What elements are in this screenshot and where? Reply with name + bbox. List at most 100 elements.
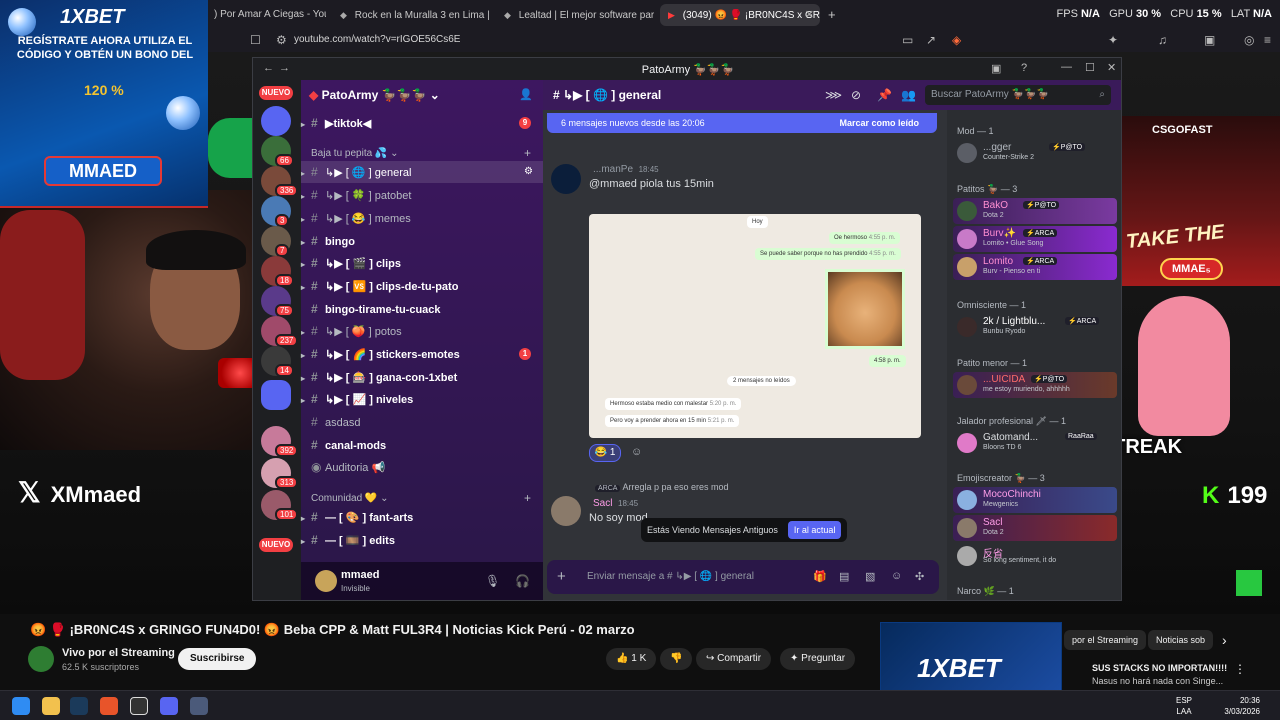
close-window-icon[interactable]: ✕ bbox=[1107, 61, 1116, 74]
filter-chip[interactable]: por el Streaming bbox=[1064, 630, 1147, 650]
language-indicator[interactable]: ESP LAA bbox=[1176, 695, 1192, 717]
site-settings-icon[interactable]: ⚙ bbox=[276, 33, 287, 47]
pin-icon[interactable]: 📌 bbox=[877, 88, 892, 102]
user-avatar[interactable] bbox=[315, 570, 337, 592]
obs-icon[interactable] bbox=[130, 697, 148, 715]
vpn-icon[interactable]: ◎ bbox=[1244, 33, 1254, 47]
inbox-icon[interactable]: ▣ bbox=[991, 62, 1001, 75]
channel-asdasd[interactable]: # asdasd bbox=[301, 411, 543, 433]
reply-preview[interactable]: ARCA Arregla p pa eso eres mod bbox=[595, 482, 729, 492]
jump-to-present-button[interactable]: Ir al actual bbox=[787, 521, 842, 539]
help-icon[interactable]: ? bbox=[1021, 62, 1027, 74]
message-input[interactable]: Enviar mensaje a # ↳▶ [ 🌐 ] general bbox=[587, 571, 754, 582]
members-icon[interactable]: 👥 bbox=[901, 88, 916, 102]
csgofast-ad[interactable]: CSGOFAST TAKE THE MMAE₅ bbox=[1112, 116, 1280, 286]
channel-general[interactable]: ▸ # ↳▶ [ 🌐 ] general ⚙ bbox=[301, 161, 543, 183]
new-tab-button[interactable]: + bbox=[824, 4, 844, 26]
voice-channel-auditoria[interactable]: ◉ Auditoria 📢 bbox=[301, 456, 543, 478]
image-attachment[interactable]: Hoy Oe hermoso 4:55 p. m. Se puede saber… bbox=[589, 214, 921, 438]
mark-as-read-button[interactable]: Marcar como leído bbox=[839, 113, 919, 133]
search-input[interactable]: Buscar PatoArmy 🦆🦆🦆 ⌕ bbox=[925, 85, 1111, 105]
gift-icon[interactable]: 🎁 bbox=[813, 570, 827, 583]
share-icon[interactable]: ↗ bbox=[926, 33, 936, 47]
category-comunidad[interactable]: Comunidad 💛 ⌄ bbox=[311, 493, 389, 504]
member-item[interactable]: ...gger ⚡P@TO Counter-Strike 2 bbox=[953, 140, 1117, 166]
channel-tiktok[interactable]: ▸ # ▶tiktok◀ 9 bbox=[301, 112, 543, 134]
invite-icon[interactable]: 👤 bbox=[519, 88, 533, 101]
channel-fant-arts[interactable]: ▸ # — [ 🎨 ] fant-arts bbox=[301, 506, 543, 528]
mute-icon[interactable]: ⊘ bbox=[851, 88, 861, 102]
apps-icon[interactable]: ✣ bbox=[915, 570, 924, 583]
browser-tab[interactable]: ◆ Lealtad | El mejor software para pote bbox=[496, 4, 654, 26]
add-channel-icon[interactable]: + bbox=[524, 146, 531, 160]
message-composer[interactable]: + Enviar mensaje a # ↳▶ [ 🌐 ] general 🎁 … bbox=[547, 560, 939, 594]
channel-memes[interactable]: ▸ # ↳▶ [ 😂 ] memes bbox=[301, 207, 543, 229]
channel-bingo[interactable]: ▸ # bingo bbox=[301, 230, 543, 252]
channel-patobet[interactable]: ▸ # ↳▶ [ 🍀 ] patobet bbox=[301, 184, 543, 206]
microphone-icon[interactable]: 🎙 bbox=[485, 574, 500, 588]
server-icon[interactable] bbox=[261, 106, 291, 136]
music-icon[interactable]: ♫ bbox=[1158, 33, 1167, 47]
reaction-chip[interactable]: 😂 1 bbox=[589, 444, 621, 462]
folder-icon[interactable] bbox=[261, 380, 291, 410]
add-channel-icon[interactable]: + bbox=[524, 491, 531, 505]
threads-icon[interactable]: ⋙ bbox=[825, 88, 842, 102]
gif-icon[interactable]: ▤ bbox=[839, 570, 849, 583]
member-item[interactable]: MocoChinchi Mewgenics bbox=[953, 487, 1117, 513]
member-item[interactable]: BakO ⚡P@TO Dota 2 bbox=[953, 198, 1117, 224]
filter-chip[interactable]: Noticias sob bbox=[1148, 630, 1214, 650]
headphones-icon[interactable]: 🎧 bbox=[515, 574, 530, 588]
cast-icon[interactable]: ▭ bbox=[902, 33, 913, 47]
more-options-icon[interactable]: ⋮ bbox=[1234, 662, 1246, 676]
member-item[interactable]: 2k / Lightblu... ⚡ARCA Bunbu Ryodo bbox=[953, 314, 1117, 340]
member-item[interactable]: Burv✨ ⚡ARCA Lomito • Glue Song bbox=[953, 226, 1117, 252]
minimize-icon[interactable]: — bbox=[1061, 61, 1072, 73]
emoji-icon[interactable]: ☺ bbox=[891, 570, 902, 582]
new-messages-bar[interactable]: 6 mensajes nuevos desde las 20:06 Marcar … bbox=[547, 113, 937, 133]
bookmark-icon[interactable]: ☐ bbox=[250, 33, 261, 47]
dislike-button[interactable]: 👎 bbox=[660, 648, 693, 670]
url-text[interactable]: youtube.com/watch?v=rIGOE56Cs6E bbox=[294, 34, 460, 45]
recommended-video-title[interactable]: SUS STACKS NO IMPORTAN!!!! bbox=[1092, 663, 1227, 673]
clock[interactable]: 20:36 3/03/2026 bbox=[1224, 695, 1260, 717]
channel-name[interactable]: Vivo por el Streaming bbox=[62, 647, 175, 659]
maximize-icon[interactable]: ☐ bbox=[1085, 61, 1095, 74]
subscribe-button[interactable]: Suscribirse bbox=[178, 648, 257, 670]
add-reaction-icon[interactable]: ☺ bbox=[631, 446, 642, 458]
channel-edits[interactable]: ▸ # — [ 🎞️ ] edits bbox=[301, 529, 543, 551]
message-author[interactable]: Sacl 18:45 bbox=[593, 498, 638, 509]
start-icon[interactable] bbox=[12, 697, 30, 715]
close-tab-icon[interactable]: ✕ bbox=[805, 4, 814, 26]
settings-gear-icon[interactable]: ⚙ bbox=[524, 161, 533, 183]
channel-stickers-emotes[interactable]: ▸ # ↳▶ [ 🌈 ] stickers-emotes 1 bbox=[301, 343, 543, 365]
menu-icon[interactable]: ≡ bbox=[1264, 33, 1271, 47]
ask-button[interactable]: ✦ Preguntar bbox=[780, 648, 856, 670]
browser-tab[interactable]: ) Por Amar A Ciegas - YouTube bbox=[206, 4, 326, 26]
channel-clips[interactable]: ▸ # ↳▶ [ 🎬 ] clips bbox=[301, 252, 543, 274]
message-author[interactable]: ...manPe 18:45 bbox=[593, 164, 659, 175]
message-avatar[interactable] bbox=[551, 496, 581, 526]
browser-tab[interactable]: ◆ Rock en la Muralla 3 en Lima | Comp bbox=[332, 4, 492, 26]
server-name[interactable]: ◆ PatoArmy 🦆🦆🦆 ⌄ bbox=[309, 88, 440, 102]
channel-bingo-tirame[interactable]: # bingo-tirame-tu-cuack bbox=[301, 298, 543, 320]
extensions-icon[interactable]: ✦ bbox=[1108, 33, 1118, 47]
channel-canal-mods[interactable]: # canal-mods bbox=[301, 434, 543, 456]
category-baja-tu-pepita[interactable]: Baja tu pepita 💦 ⌄ bbox=[311, 148, 399, 159]
add-attachment-icon[interactable]: + bbox=[557, 568, 566, 585]
message-avatar[interactable] bbox=[551, 164, 581, 194]
1xbet-ad-banner[interactable]: 1XBET REGÍSTRATE AHORA UTILIZA EL CÓDIGO… bbox=[0, 0, 208, 208]
brave-icon[interactable] bbox=[100, 697, 118, 715]
like-button[interactable]: 👍 1 K bbox=[606, 648, 657, 670]
channel-niveles[interactable]: ▸ # ↳▶ [ 📈 ] niveles bbox=[301, 388, 543, 410]
share-button[interactable]: ↪ Compartir bbox=[696, 648, 772, 670]
browser-tab-active[interactable]: ▶ (3049) 😡 🥊 ¡BR0NC4S x GRING✕ bbox=[660, 4, 820, 26]
member-item[interactable]: ...UICIDA ⚡P@TO me estoy muriendo, ahhhhh bbox=[953, 372, 1117, 398]
chevron-right-icon[interactable]: › bbox=[1222, 632, 1227, 648]
member-item[interactable]: Gatomand... RaaRaa Bloons TD 6 bbox=[953, 430, 1117, 456]
discord-icon[interactable] bbox=[160, 697, 178, 715]
channel-potos[interactable]: ▸ # ↳▶ [ 🍑 ] potos bbox=[301, 320, 543, 342]
brave-shield-icon[interactable]: ◈ bbox=[952, 33, 961, 47]
member-item[interactable]: Sacl Dota 2 bbox=[953, 515, 1117, 541]
wallet-icon[interactable]: ▣ bbox=[1204, 33, 1215, 47]
sticker-icon[interactable]: ▧ bbox=[865, 570, 875, 583]
